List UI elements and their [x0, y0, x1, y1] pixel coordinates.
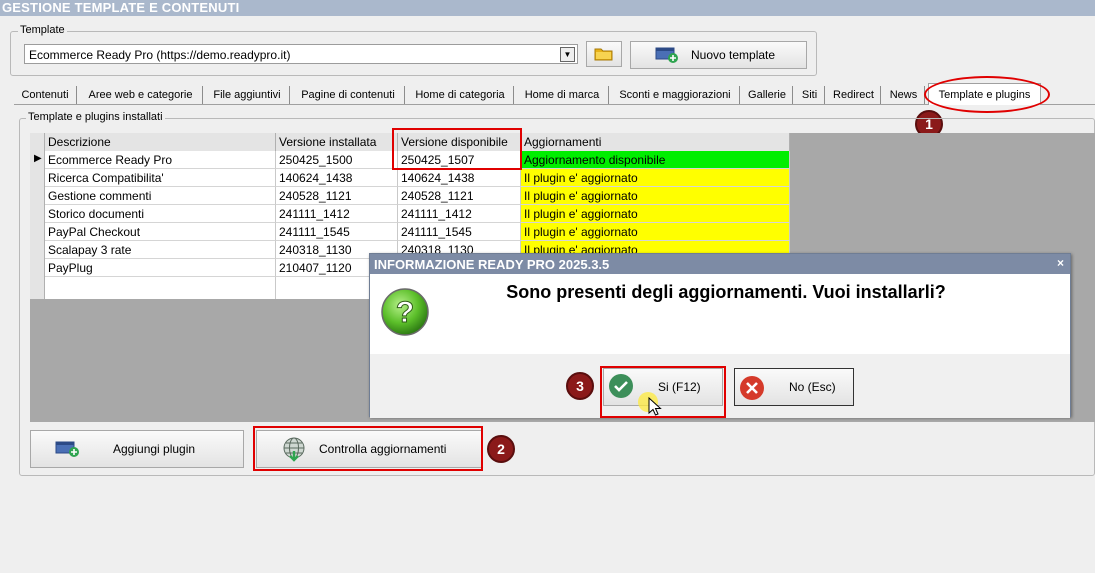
grid-indicator-column: ▶ — [30, 151, 45, 299]
tab-news[interactable]: News — [883, 86, 925, 104]
header-aggiornamenti[interactable]: Aggiornamenti — [521, 133, 790, 151]
table-row-5-desc[interactable]: Scalapay 3 rate — [45, 241, 276, 259]
table-row-3-status[interactable]: Il plugin e' aggiornato — [521, 205, 790, 223]
table-row-1-desc[interactable]: Ricerca Compatibilita' — [45, 169, 276, 187]
table-row-4-available[interactable]: 241111_1545 — [398, 223, 521, 241]
table-row-1-installed[interactable]: 140624_1438 — [276, 169, 398, 187]
table-row-1-available[interactable]: 140624_1438 — [398, 169, 521, 187]
tab-file-aggiuntivi[interactable]: File aggiuntivi — [205, 86, 290, 104]
add-plugin-label: Aggiungi plugin — [113, 442, 196, 456]
tab-siti[interactable]: Siti — [795, 86, 825, 104]
table-row-1-status[interactable]: Il plugin e' aggiornato — [521, 169, 790, 187]
header-descrizione[interactable]: Descrizione — [45, 133, 276, 151]
plugins-group-legend: Template e plugins installati — [26, 111, 165, 123]
add-window-icon — [655, 47, 678, 63]
step-marker-3: 3 — [566, 372, 594, 400]
table-row-3-desc[interactable]: Storico documenti — [45, 205, 276, 223]
table-row-2-desc[interactable]: Gestione commenti — [45, 187, 276, 205]
header-versione-installata[interactable]: Versione installata — [276, 133, 398, 151]
table-row-4-installed[interactable]: 241111_1545 — [276, 223, 398, 241]
table-row-2-installed[interactable]: 240528_1121 — [276, 187, 398, 205]
table-row-6-desc[interactable]: PayPlug — [45, 259, 276, 277]
tab-home-categoria[interactable]: Home di categoria — [407, 86, 514, 104]
highlight-oval-tab — [924, 76, 1050, 113]
cancel-circle-icon — [740, 376, 764, 400]
window-titlebar: GESTIONE TEMPLATE E CONTENUTI — [0, 0, 1095, 16]
highlight-check-updates — [253, 426, 483, 471]
mouse-pointer-icon — [648, 397, 662, 416]
template-group-legend: Template — [18, 24, 67, 36]
template-select-value: Ecommerce Ready Pro (https://demo.readyp… — [29, 48, 291, 62]
table-row-0-status[interactable]: Aggiornamento disponibile — [521, 151, 790, 169]
highlight-yes-button — [600, 366, 726, 418]
template-select[interactable]: Ecommerce Ready Pro (https://demo.readyp… — [24, 44, 578, 64]
tab-aree-web[interactable]: Aree web e categorie — [79, 86, 203, 104]
no-button[interactable]: No (Esc) — [734, 368, 854, 406]
table-row-3-available[interactable]: 241111_1412 — [398, 205, 521, 223]
grid-header-indicator — [30, 133, 45, 151]
table-row-0-desc[interactable]: Ecommerce Ready Pro — [45, 151, 276, 169]
new-template-label: Nuovo template — [691, 48, 776, 62]
table-row-4-status[interactable]: Il plugin e' aggiornato — [521, 223, 790, 241]
current-row-arrow-icon: ▶ — [34, 153, 42, 164]
folder-icon — [594, 48, 613, 61]
open-folder-button[interactable] — [586, 41, 622, 67]
table-row-3-installed[interactable]: 241111_1412 — [276, 205, 398, 223]
window-title: GESTIONE TEMPLATE E CONTENUTI — [2, 0, 240, 15]
dialog-titlebar: INFORMAZIONE READY PRO 2025.3.5 × — [370, 254, 1070, 274]
add-window-icon — [55, 441, 79, 457]
step-marker-2: 2 — [487, 435, 515, 463]
table-row-2-available[interactable]: 240528_1121 — [398, 187, 521, 205]
close-icon[interactable]: × — [1057, 256, 1064, 270]
add-plugin-button[interactable]: Aggiungi plugin — [30, 430, 244, 468]
table-row-2-status[interactable]: Il plugin e' aggiornato — [521, 187, 790, 205]
new-template-button[interactable]: Nuovo template — [630, 41, 807, 69]
table-row-4-desc[interactable]: PayPal Checkout — [45, 223, 276, 241]
no-button-label: No (Esc) — [789, 380, 836, 394]
highlight-versione-disponibile — [392, 128, 522, 170]
chevron-down-icon[interactable]: ▼ — [560, 47, 575, 62]
tab-contenuti[interactable]: Contenuti — [14, 86, 77, 104]
dialog-message: Sono presenti degli aggiornamenti. Vuoi … — [506, 282, 946, 302]
tab-sconti[interactable]: Sconti e maggiorazioni — [611, 86, 740, 104]
tab-pagine-contenuti[interactable]: Pagine di contenuti — [292, 86, 405, 104]
tab-gallerie[interactable]: Gallerie — [742, 86, 793, 104]
tab-redirect[interactable]: Redirect — [827, 86, 881, 104]
dialog-title: INFORMAZIONE READY PRO 2025.3.5 — [374, 257, 610, 272]
table-row-new[interactable] — [45, 277, 276, 299]
table-row-0-installed[interactable]: 250425_1500 — [276, 151, 398, 169]
tab-home-marca[interactable]: Home di marca — [516, 86, 609, 104]
